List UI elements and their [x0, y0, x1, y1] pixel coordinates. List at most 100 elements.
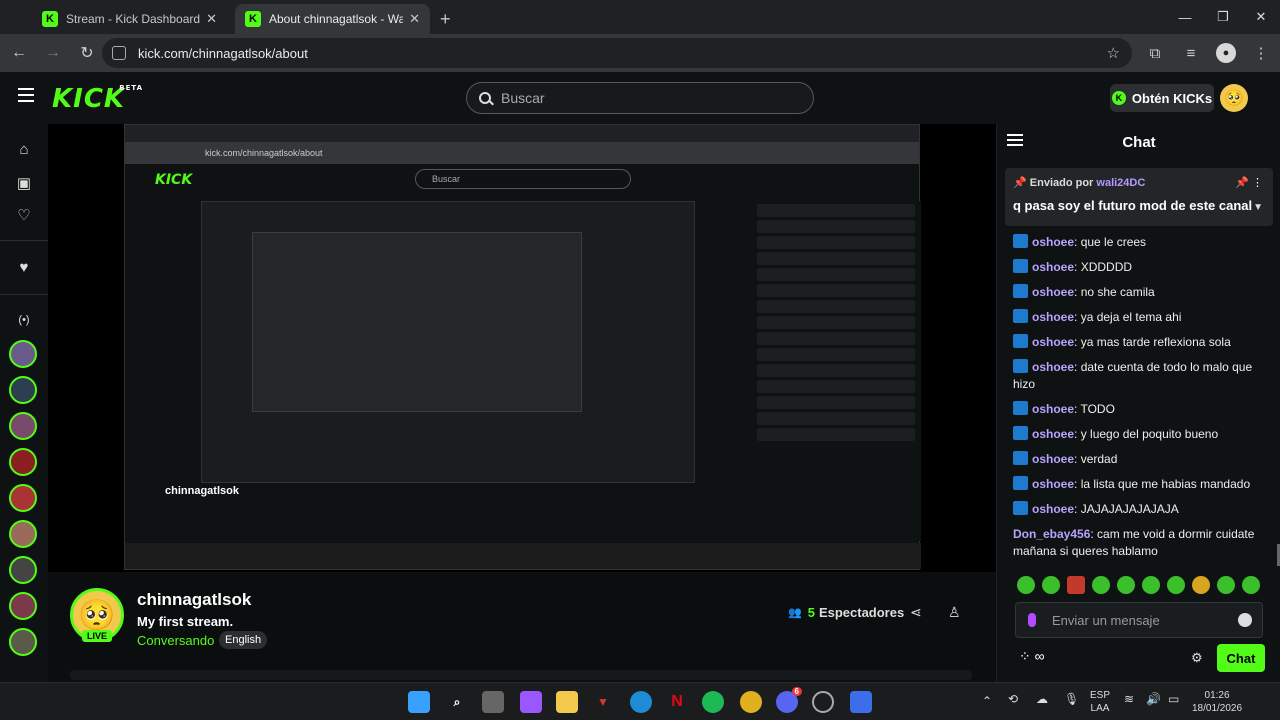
mic-icon[interactable] [1028, 613, 1036, 627]
start-icon[interactable] [408, 691, 430, 713]
channel-avatar[interactable] [9, 520, 37, 548]
search-icon[interactable]: ⌕ [446, 691, 468, 713]
chat-username[interactable]: oshoee [1032, 402, 1074, 416]
home-icon[interactable]: ⌂ [14, 140, 34, 160]
emote[interactable] [1167, 576, 1185, 594]
new-tab-icon[interactable]: + [440, 4, 451, 34]
chat-username[interactable]: Don_ebay456 [1013, 527, 1090, 541]
channel-avatar[interactable] [9, 412, 37, 440]
emoji-icon[interactable] [1238, 613, 1252, 627]
favorites-icon[interactable]: ♥ [14, 258, 34, 278]
spotify-icon[interactable] [702, 691, 724, 713]
battery-icon[interactable]: ▭ [1168, 693, 1179, 706]
send-chat-button[interactable]: Chat [1217, 644, 1265, 672]
channel-avatar[interactable] [9, 592, 37, 620]
emote[interactable] [1092, 576, 1110, 594]
user-avatar[interactable]: 🥺 [1220, 84, 1248, 112]
task-view-icon[interactable] [482, 691, 504, 713]
volume-icon[interactable]: 🔊 [1146, 693, 1161, 706]
emote[interactable] [1017, 576, 1035, 594]
emote[interactable] [1042, 576, 1060, 594]
obs-icon[interactable] [812, 691, 834, 713]
chat-points[interactable]: ⁘ ∞ [1019, 648, 1045, 665]
wifi-icon[interactable]: ≋ [1124, 693, 1134, 706]
emote[interactable] [1192, 576, 1210, 594]
language-tag[interactable]: English [219, 631, 268, 649]
minimize-icon[interactable]: — [1166, 0, 1204, 34]
chat-username[interactable]: oshoee [1032, 477, 1074, 491]
language-indicator[interactable]: ESP LAA [1090, 689, 1110, 715]
chat-text: y luego del poquito bueno [1080, 427, 1219, 441]
live-icon[interactable]: (•) [14, 310, 34, 330]
close-icon[interactable]: ✕ [1242, 0, 1280, 34]
get-kicks-button[interactable]: K Obtén KICKs [1110, 84, 1214, 112]
browser-tabstrip: K Stream - Kick Dashboard ✕ K About chin… [0, 0, 1280, 34]
pin-actions[interactable]: 📌 ⋮ [1235, 176, 1263, 189]
discord-icon[interactable]: 6 [776, 687, 802, 713]
app-icon[interactable] [850, 691, 872, 713]
tray-icon[interactable]: ⟲ [1008, 693, 1018, 706]
close-tab-icon[interactable]: ✕ [206, 11, 217, 27]
edge-icon[interactable] [630, 691, 652, 713]
gear-icon[interactable]: ⚙ [1191, 650, 1203, 666]
menu-icon[interactable] [18, 88, 34, 102]
tab-kick-dashboard[interactable]: K Stream - Kick Dashboard ✕ [32, 4, 227, 34]
channel-avatar[interactable] [9, 628, 37, 656]
profile-avatar[interactable]: ● [1216, 43, 1236, 63]
chat-username[interactable]: oshoee [1032, 310, 1074, 324]
site-info-icon[interactable] [112, 46, 126, 60]
chat-username[interactable]: oshoee [1032, 335, 1074, 349]
chat-username[interactable]: oshoee [1032, 502, 1074, 516]
tray-chevron-icon[interactable]: ⌃ [982, 695, 992, 708]
copilot-icon[interactable] [520, 691, 542, 713]
category-link[interactable]: Conversando [137, 633, 214, 648]
chrome-icon[interactable] [740, 691, 762, 713]
clock[interactable]: 01:26 18/01/2026 [1192, 689, 1242, 715]
back-icon[interactable]: ← [4, 44, 34, 62]
chat-username[interactable]: oshoee [1032, 427, 1074, 441]
chat-username[interactable]: oshoee [1032, 360, 1074, 374]
channel-avatar[interactable] [9, 556, 37, 584]
chat-input[interactable]: Enviar un mensaje [1015, 602, 1263, 638]
file-explorer-icon[interactable] [556, 691, 578, 713]
extensions-icon[interactable]: ⧉ [1144, 45, 1166, 62]
netflix-icon[interactable]: N [666, 691, 688, 713]
video-player[interactable]: kick.com/chinnagatlsok/about KICK Buscar… [48, 124, 996, 572]
emote[interactable] [1142, 576, 1160, 594]
chat-username[interactable]: oshoee [1032, 260, 1074, 274]
browse-icon[interactable]: ▣ [14, 174, 34, 194]
share-icon[interactable]: ⋖ [910, 604, 922, 621]
reload-icon[interactable]: ↻ [72, 43, 102, 63]
chevron-down-icon[interactable]: ▼ [1253, 202, 1263, 213]
menu-icon[interactable]: ⋮ [1250, 44, 1272, 62]
chat-username[interactable]: oshoee [1032, 452, 1074, 466]
emote[interactable] [1117, 576, 1135, 594]
forward-icon[interactable]: → [38, 44, 68, 62]
media-icon[interactable]: ≡ [1180, 45, 1202, 62]
bookmark-star-icon[interactable]: ☆ [1107, 44, 1120, 62]
channel-avatar[interactable] [9, 340, 37, 368]
restore-icon[interactable]: ❐ [1204, 0, 1242, 34]
browser-toolbar: ← → ↻ kick.com/chinnagatlsok/about ☆ ⧉ ≡… [0, 34, 1280, 72]
close-tab-icon[interactable]: ✕ [409, 11, 420, 27]
following-icon[interactable]: ♡ [14, 206, 34, 226]
kick-logo[interactable]: KICK BETA [52, 84, 142, 114]
channel-avatar[interactable] [9, 448, 37, 476]
channel-name[interactable]: chinnagatlsok [137, 590, 251, 610]
search-input[interactable]: Buscar [466, 82, 814, 114]
emote[interactable] [1067, 576, 1085, 594]
tray-icon[interactable]: ☁ [1036, 693, 1048, 706]
chat-username[interactable]: oshoee [1032, 285, 1074, 299]
address-bar[interactable]: kick.com/chinnagatlsok/about ☆ [102, 38, 1132, 68]
follow-icon[interactable]: ♙ [948, 604, 961, 621]
tab-about-channel[interactable]: K About chinnagatlsok - Watch L ✕ [235, 4, 430, 34]
pinned-user[interactable]: wali24DC [1096, 177, 1145, 189]
channel-avatar[interactable] [9, 376, 37, 404]
emote[interactable] [1217, 576, 1235, 594]
channel-avatar[interactable] [9, 484, 37, 512]
emote[interactable] [1242, 576, 1260, 594]
tab-title: Stream - Kick Dashboard [66, 12, 201, 26]
app-icon[interactable]: ▼ [592, 691, 614, 713]
chat-username[interactable]: oshoee [1032, 235, 1074, 249]
microphone-icon[interactable]: 🎙 [1064, 693, 1079, 706]
